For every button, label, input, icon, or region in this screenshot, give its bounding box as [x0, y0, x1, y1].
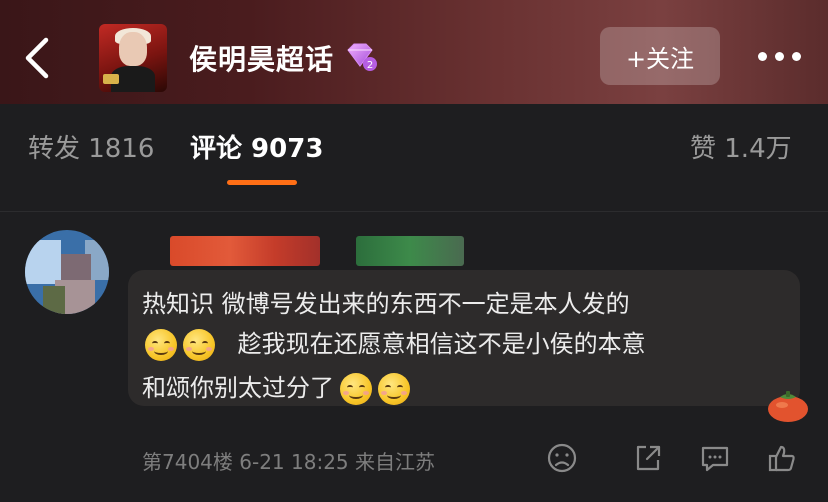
- tab-reposts[interactable]: 转发 1816: [28, 128, 154, 165]
- comment-text-2: 趁我现在还愿意相信这不是小侯的本意: [237, 330, 646, 358]
- sad-face-icon[interactable]: [546, 442, 578, 474]
- comment-icon[interactable]: [699, 442, 731, 474]
- back-chevron-icon[interactable]: [18, 34, 58, 82]
- tab-likes[interactable]: 赞 1.4万: [690, 128, 792, 165]
- tab-comments[interactable]: 评论 9073: [190, 128, 323, 165]
- persimmon-badge-icon: [768, 391, 808, 422]
- smile-emoji-icon: [183, 329, 215, 361]
- comment-line-1: 热知识 微博号发出来的东西不一定是本人发的: [142, 284, 630, 319]
- tab-divider: [0, 211, 828, 212]
- comment-text-1: 热知识 微博号发出来的东西不一定是本人发的: [142, 290, 630, 318]
- follow-button[interactable]: +关注: [600, 27, 720, 85]
- smile-emoji-icon: [378, 373, 410, 405]
- share-icon[interactable]: [632, 442, 664, 474]
- comment-meta: 第7404楼 6-21 18:25 来自江苏: [142, 450, 435, 474]
- commenter-avatar[interactable]: [25, 230, 109, 314]
- comment-text-3: 和颂你别太过分了: [142, 374, 334, 402]
- thumb-up-icon[interactable]: [766, 442, 798, 474]
- top-bar: 侯明昊超话 2 +关注: [0, 0, 828, 104]
- level-number: 2: [367, 60, 373, 71]
- comment-line-2: 趁我现在还愿意相信这不是小侯的本意: [142, 324, 646, 361]
- avatar-badge: [103, 74, 119, 84]
- page-title[interactable]: 侯明昊超话: [189, 38, 334, 78]
- topic-avatar[interactable]: [99, 24, 167, 92]
- smile-emoji-icon: [340, 373, 372, 405]
- commenter-badge-redacted: [356, 236, 464, 266]
- more-dots-icon[interactable]: [756, 48, 804, 64]
- comment-line-3: 和颂你别太过分了: [142, 368, 413, 405]
- active-tab-indicator: [227, 180, 297, 185]
- avatar-face: [119, 32, 147, 66]
- commenter-name-redacted[interactable]: [170, 236, 320, 266]
- smile-emoji-icon: [145, 329, 177, 361]
- level-gem-icon: 2: [347, 43, 377, 71]
